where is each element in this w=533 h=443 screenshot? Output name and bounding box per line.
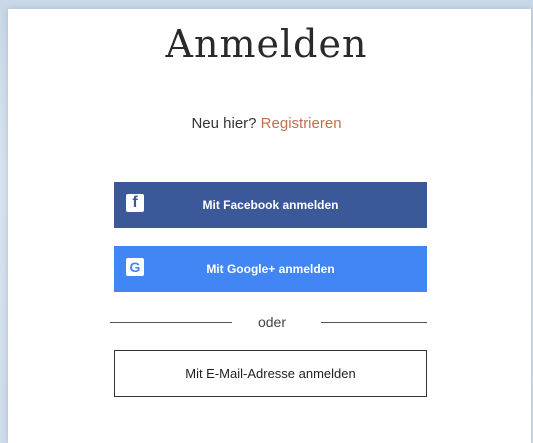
email-login-label: Mit E-Mail-Adresse anmelden	[185, 366, 356, 381]
facebook-icon: f	[126, 194, 144, 212]
divider-text: oder	[257, 314, 287, 330]
email-login-button[interactable]: Mit E-Mail-Adresse anmelden	[114, 350, 427, 397]
divider-line-right	[321, 322, 427, 323]
register-prompt-text: Neu hier?	[191, 115, 257, 132]
google-login-button[interactable]: G Mit Google+ anmelden	[114, 246, 427, 292]
register-link[interactable]: Registrieren	[261, 115, 342, 132]
register-prompt: Neu hier? Registrieren	[0, 115, 533, 132]
google-login-label: Mit Google+ anmelden	[206, 262, 335, 276]
facebook-login-label: Mit Facebook anmelden	[202, 198, 339, 212]
divider-line-left	[110, 322, 232, 323]
facebook-login-button[interactable]: f Mit Facebook anmelden	[114, 182, 427, 228]
page-title: Anmelden	[165, 22, 368, 66]
google-icon: G	[126, 258, 144, 276]
or-divider: oder	[110, 312, 427, 332]
